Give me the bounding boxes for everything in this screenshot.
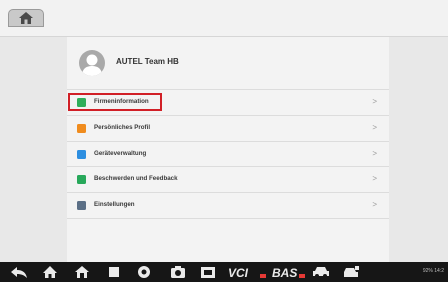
- chevron-right-icon: >: [372, 148, 377, 158]
- chevron-right-icon: >: [372, 200, 377, 210]
- vci-icon[interactable]: VCI: [228, 265, 268, 279]
- menu-item-label: Geräteverwaltung: [94, 149, 147, 157]
- home-icon: [19, 12, 33, 24]
- bas-icon[interactable]: BAS: [272, 265, 306, 279]
- screen-record-icon[interactable]: [200, 265, 216, 279]
- back-icon[interactable]: [10, 265, 28, 279]
- chevron-right-icon: >: [372, 174, 377, 184]
- company-icon: [77, 98, 86, 107]
- menu-item-device-management[interactable]: Geräteverwaltung >: [67, 142, 389, 168]
- status-bar-info: 92% 14:2: [422, 268, 444, 274]
- menu-item-label: Einstellungen: [94, 201, 135, 209]
- recent-apps-icon[interactable]: [107, 265, 121, 279]
- settings-icon: [77, 201, 86, 211]
- menu-item-label: Persönliches Profil: [94, 123, 151, 131]
- chevron-right-icon: >: [372, 122, 377, 132]
- main-content: AUTEL Team HB Firmeninformation > Persön…: [0, 37, 448, 262]
- menu-item-settings[interactable]: Einstellungen >: [67, 193, 389, 219]
- camera-icon[interactable]: [170, 265, 186, 279]
- vehicle-icon[interactable]: [312, 265, 330, 279]
- home-icon[interactable]: [42, 265, 58, 279]
- browser-icon[interactable]: [137, 265, 151, 279]
- vehicle-service-icon[interactable]: [342, 265, 360, 279]
- device-icon: [77, 149, 86, 159]
- user-icon: [82, 54, 102, 76]
- top-bar: [0, 0, 448, 37]
- svg-text:VCI: VCI: [228, 266, 249, 279]
- chevron-right-icon: >: [372, 97, 377, 106]
- home-tab[interactable]: [8, 9, 44, 27]
- diagnostics-home-icon[interactable]: [74, 265, 90, 279]
- menu-item-company-info[interactable]: Firmeninformation >: [67, 90, 389, 116]
- menu-item-personal-profile[interactable]: Persönliches Profil >: [67, 116, 389, 142]
- profile-icon: [77, 123, 86, 133]
- profile-name: AUTEL Team HB: [116, 57, 179, 66]
- settings-panel: AUTEL Team HB Firmeninformation > Persön…: [67, 37, 389, 262]
- avatar: [79, 50, 105, 76]
- feedback-icon: [77, 175, 86, 185]
- svg-text:BAS: BAS: [272, 266, 297, 279]
- settings-menu: Firmeninformation > Persönliches Profil …: [67, 89, 389, 219]
- profile-header[interactable]: AUTEL Team HB: [67, 37, 389, 89]
- menu-item-label: Firmeninformation: [94, 98, 149, 105]
- menu-item-label: Beschwerden und Feedback: [94, 175, 178, 183]
- system-navigation-bar: VCI BAS 92% 14:2: [0, 262, 448, 282]
- menu-item-feedback[interactable]: Beschwerden und Feedback >: [67, 167, 389, 194]
